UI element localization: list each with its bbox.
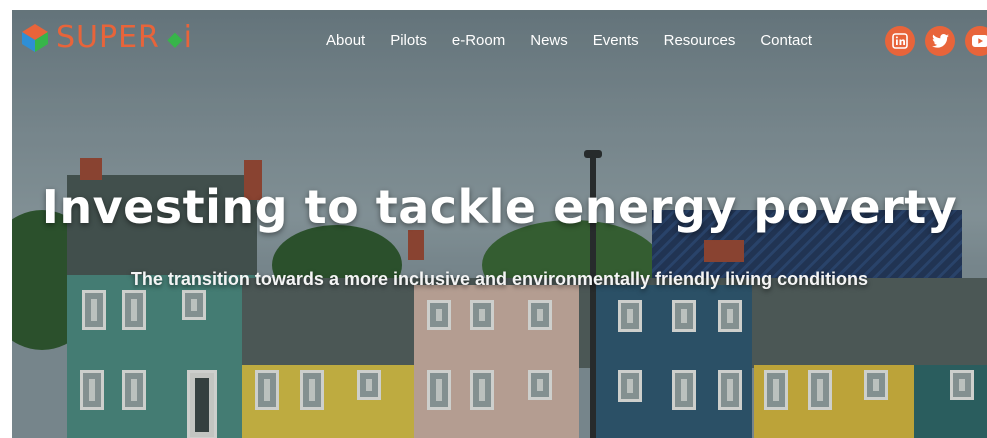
logo-dot-icon: ◆	[159, 26, 184, 51]
nav-contact[interactable]: Contact	[760, 32, 812, 49]
nav-resources[interactable]: Resources	[664, 32, 736, 49]
logo-text: SUPER ◆i	[56, 20, 193, 55]
nav-pilots[interactable]: Pilots	[390, 32, 427, 49]
nav-news[interactable]: News	[530, 32, 568, 49]
nav-e-room[interactable]: e-Room	[452, 32, 505, 49]
hero-section: SUPER ◆i About Pilots e-Room News Events…	[12, 10, 987, 438]
hero-subtitle: The transition towards a more inclusive …	[130, 269, 869, 289]
youtube-icon[interactable]	[965, 26, 987, 56]
nav-events[interactable]: Events	[593, 32, 639, 49]
hero-title: Investing to tackle energy poverty	[41, 180, 958, 234]
twitter-icon[interactable]	[925, 26, 955, 56]
logo-icon	[22, 23, 48, 52]
nav-about[interactable]: About	[326, 32, 365, 49]
linkedin-icon[interactable]	[885, 26, 915, 56]
site-logo[interactable]: SUPER ◆i	[22, 20, 193, 55]
social-links	[885, 26, 987, 56]
main-nav: About Pilots e-Room News Events Resource…	[326, 32, 812, 49]
